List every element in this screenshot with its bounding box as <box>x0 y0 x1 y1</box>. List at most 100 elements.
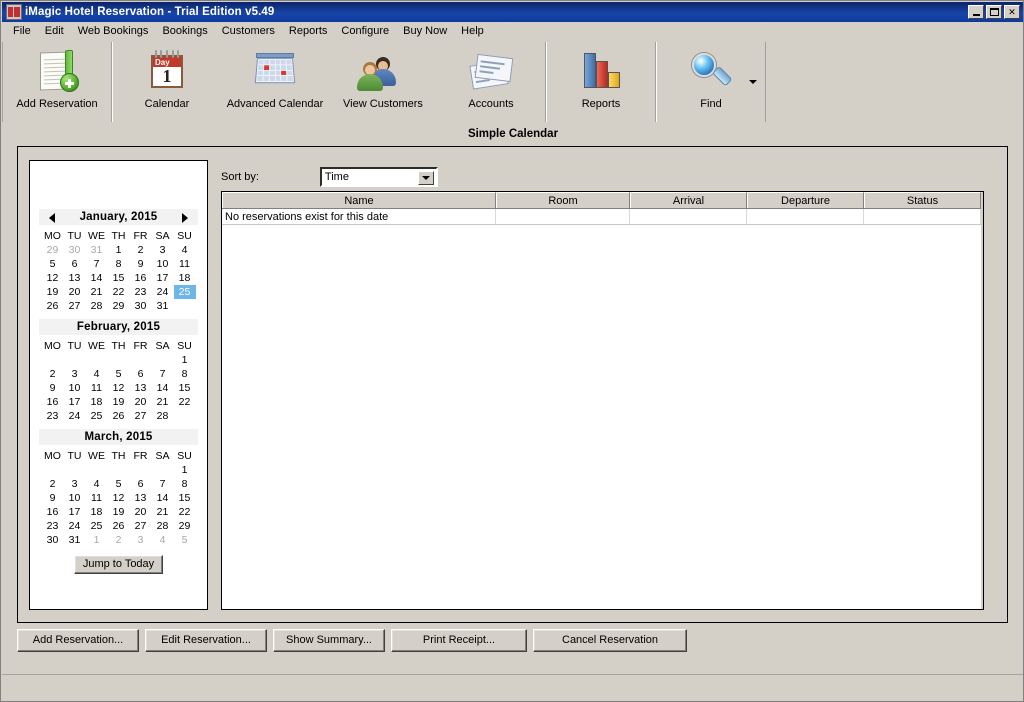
day-cell[interactable]: 25 <box>86 409 108 423</box>
table-row-empty[interactable]: No reservations exist for this date <box>222 209 983 225</box>
menu-item-reports[interactable]: Reports <box>282 23 335 40</box>
day-cell[interactable] <box>42 353 64 367</box>
day-cell[interactable]: 2 <box>108 533 130 547</box>
day-cell[interactable]: 4 <box>86 477 108 491</box>
day-cell[interactable]: 24 <box>64 519 86 533</box>
prev-month-arrow[interactable] <box>49 213 55 223</box>
next-month-arrow[interactable] <box>182 213 188 223</box>
day-cell[interactable]: 9 <box>42 381 64 395</box>
minimize-button[interactable] <box>968 5 984 19</box>
day-cell[interactable]: 2 <box>42 367 64 381</box>
day-cell[interactable]: 14 <box>152 491 174 505</box>
day-cell-selected[interactable]: 25 <box>173 285 196 299</box>
column-header-name[interactable]: Name <box>222 192 496 208</box>
toolbar-button-reports[interactable]: Reports <box>547 42 655 122</box>
day-cell[interactable]: 26 <box>42 299 64 313</box>
day-cell[interactable]: 2 <box>130 243 152 257</box>
day-cell[interactable]: 9 <box>130 257 152 271</box>
maximize-button[interactable] <box>986 5 1002 19</box>
day-cell[interactable]: 21 <box>152 395 174 409</box>
toolbar-button-add-reservation[interactable]: Add Reservation <box>3 42 111 122</box>
sort-by-dropdown[interactable]: Time <box>319 167 438 187</box>
day-cell[interactable]: 28 <box>152 409 174 423</box>
day-cell[interactable] <box>42 463 64 477</box>
column-header-room[interactable]: Room <box>496 192 630 208</box>
day-cell[interactable]: 5 <box>42 257 64 271</box>
day-cell[interactable]: 6 <box>130 477 152 491</box>
day-cell[interactable]: 15 <box>174 491 196 505</box>
menu-item-file[interactable]: File <box>6 23 38 40</box>
day-cell[interactable]: 4 <box>174 243 196 257</box>
day-cell[interactable] <box>174 409 196 423</box>
day-cell[interactable]: 27 <box>64 299 86 313</box>
day-cell[interactable]: 17 <box>152 271 174 285</box>
day-cell[interactable]: 5 <box>108 477 130 491</box>
print-receipt-button[interactable]: Print Receipt... <box>391 629 527 652</box>
day-cell[interactable]: 1 <box>174 353 196 367</box>
day-cell[interactable] <box>108 463 130 477</box>
column-header-departure[interactable]: Departure <box>747 192 864 208</box>
day-cell[interactable]: 6 <box>64 257 86 271</box>
day-cell[interactable]: 23 <box>42 409 64 423</box>
day-cell[interactable]: 3 <box>152 243 174 257</box>
chevron-down-icon[interactable] <box>749 80 757 84</box>
day-cell[interactable]: 20 <box>130 395 152 409</box>
toolbar-button-calendar[interactable]: Day 1 Calendar <box>113 42 221 122</box>
toolbar-button-view-customers[interactable]: View Customers <box>329 42 437 122</box>
day-cell[interactable]: 3 <box>64 477 86 491</box>
day-cell[interactable]: 17 <box>64 395 86 409</box>
day-cell[interactable] <box>152 353 174 367</box>
day-cell[interactable]: 17 <box>64 505 86 519</box>
day-cell[interactable]: 20 <box>64 285 86 299</box>
day-cell[interactable] <box>64 353 86 367</box>
day-cell[interactable]: 18 <box>86 395 108 409</box>
day-cell[interactable]: 24 <box>64 409 86 423</box>
day-cell[interactable]: 24 <box>152 285 174 299</box>
menu-item-web-bookings[interactable]: Web Bookings <box>71 23 156 40</box>
day-cell[interactable]: 22 <box>174 395 196 409</box>
day-cell[interactable] <box>152 463 174 477</box>
column-header-arrival[interactable]: Arrival <box>630 192 747 208</box>
day-cell[interactable]: 23 <box>130 285 152 299</box>
column-header-status[interactable]: Status <box>864 192 981 208</box>
menu-item-buy-now[interactable]: Buy Now <box>396 23 454 40</box>
day-cell[interactable]: 10 <box>64 491 86 505</box>
day-cell[interactable]: 13 <box>130 491 152 505</box>
day-cell[interactable]: 4 <box>86 367 108 381</box>
day-cell[interactable]: 27 <box>130 409 152 423</box>
day-cell[interactable]: 29 <box>42 243 64 257</box>
day-cell[interactable]: 7 <box>86 257 108 271</box>
day-cell[interactable]: 29 <box>108 299 130 313</box>
day-cell[interactable]: 7 <box>152 477 174 491</box>
close-button[interactable]: ✕ <box>1004 5 1020 19</box>
day-cell[interactable] <box>174 299 196 313</box>
chevron-down-icon[interactable] <box>417 171 434 185</box>
day-cell[interactable]: 5 <box>108 367 130 381</box>
add-reservation-button[interactable]: Add Reservation... <box>17 629 139 652</box>
day-cell[interactable]: 8 <box>174 477 196 491</box>
jump-to-today-button[interactable]: Jump to Today <box>73 555 164 574</box>
day-cell[interactable] <box>86 353 108 367</box>
day-cell[interactable]: 25 <box>86 519 108 533</box>
day-cell[interactable]: 15 <box>108 271 130 285</box>
day-cell[interactable]: 31 <box>152 299 174 313</box>
day-cell[interactable]: 21 <box>86 285 108 299</box>
day-cell[interactable]: 16 <box>42 395 64 409</box>
day-cell[interactable] <box>108 353 130 367</box>
vertical-scrollbar[interactable] <box>981 192 983 609</box>
day-cell[interactable]: 10 <box>64 381 86 395</box>
day-cell[interactable]: 26 <box>108 519 130 533</box>
day-cell[interactable]: 4 <box>152 533 174 547</box>
day-cell[interactable]: 1 <box>86 533 108 547</box>
menu-item-bookings[interactable]: Bookings <box>155 23 214 40</box>
day-cell[interactable] <box>130 353 152 367</box>
show-summary-button[interactable]: Show Summary... <box>273 629 385 652</box>
day-cell[interactable]: 2 <box>42 477 64 491</box>
day-cell[interactable]: 27 <box>130 519 152 533</box>
day-cell[interactable]: 13 <box>64 271 86 285</box>
day-cell[interactable]: 5 <box>174 533 196 547</box>
day-cell[interactable]: 31 <box>86 243 108 257</box>
menu-item-customers[interactable]: Customers <box>215 23 282 40</box>
day-cell[interactable]: 30 <box>64 243 86 257</box>
day-cell[interactable]: 19 <box>108 505 130 519</box>
